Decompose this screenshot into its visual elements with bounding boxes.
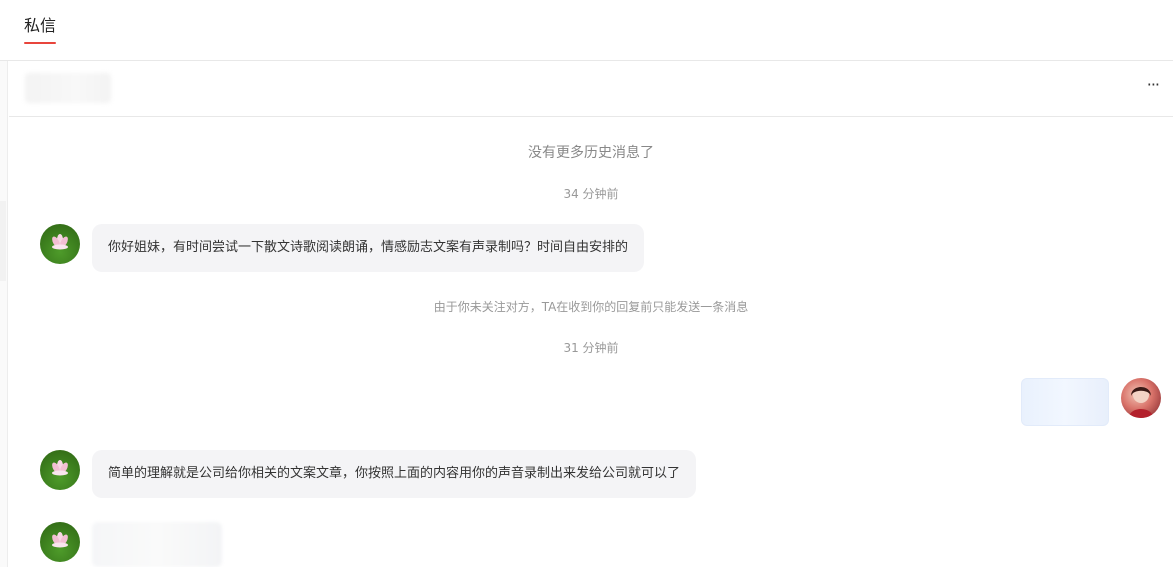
more-options-button[interactable]: ··· xyxy=(1147,75,1160,94)
follow-notice-text: 由于你未关注对方，TA在收到你的回复前只能发送一条消息 xyxy=(433,300,749,314)
contact-avatar[interactable] xyxy=(40,224,80,264)
top-bar: 私信 xyxy=(0,0,1173,61)
lotus-icon xyxy=(52,460,68,476)
no-more-history-text: 没有更多历史消息了 xyxy=(528,145,654,161)
message-bubble: 简单的理解就是公司给你相关的文案文章，你按照上面的内容用你的声音录制出来发给公司… xyxy=(92,450,697,498)
tab-private-messages[interactable]: 私信 xyxy=(24,12,56,36)
timestamp: 34 分钟前 xyxy=(563,187,619,201)
conversation-list-scroll-mark xyxy=(0,201,6,281)
user-photo-icon xyxy=(1129,387,1153,418)
lotus-icon xyxy=(52,234,68,250)
conversation-list-edge xyxy=(0,61,8,567)
lotus-icon xyxy=(52,532,68,548)
tab-active-indicator xyxy=(24,42,56,44)
self-message-bubble-blurred xyxy=(1021,378,1109,426)
chat-header: ··· xyxy=(9,61,1173,117)
contact-avatar[interactable] xyxy=(40,522,80,562)
message-bubble-blurred xyxy=(92,522,222,567)
timestamp: 31 分钟前 xyxy=(563,341,619,355)
chat-contact-name-blurred xyxy=(25,73,111,103)
contact-avatar[interactable] xyxy=(40,450,80,490)
message-bubble: 你好姐妹，有时间尝试一下散文诗歌阅读朗诵，情感励志文案有声录制吗？时间自由安排的 xyxy=(92,224,645,272)
self-avatar[interactable] xyxy=(1121,378,1161,418)
